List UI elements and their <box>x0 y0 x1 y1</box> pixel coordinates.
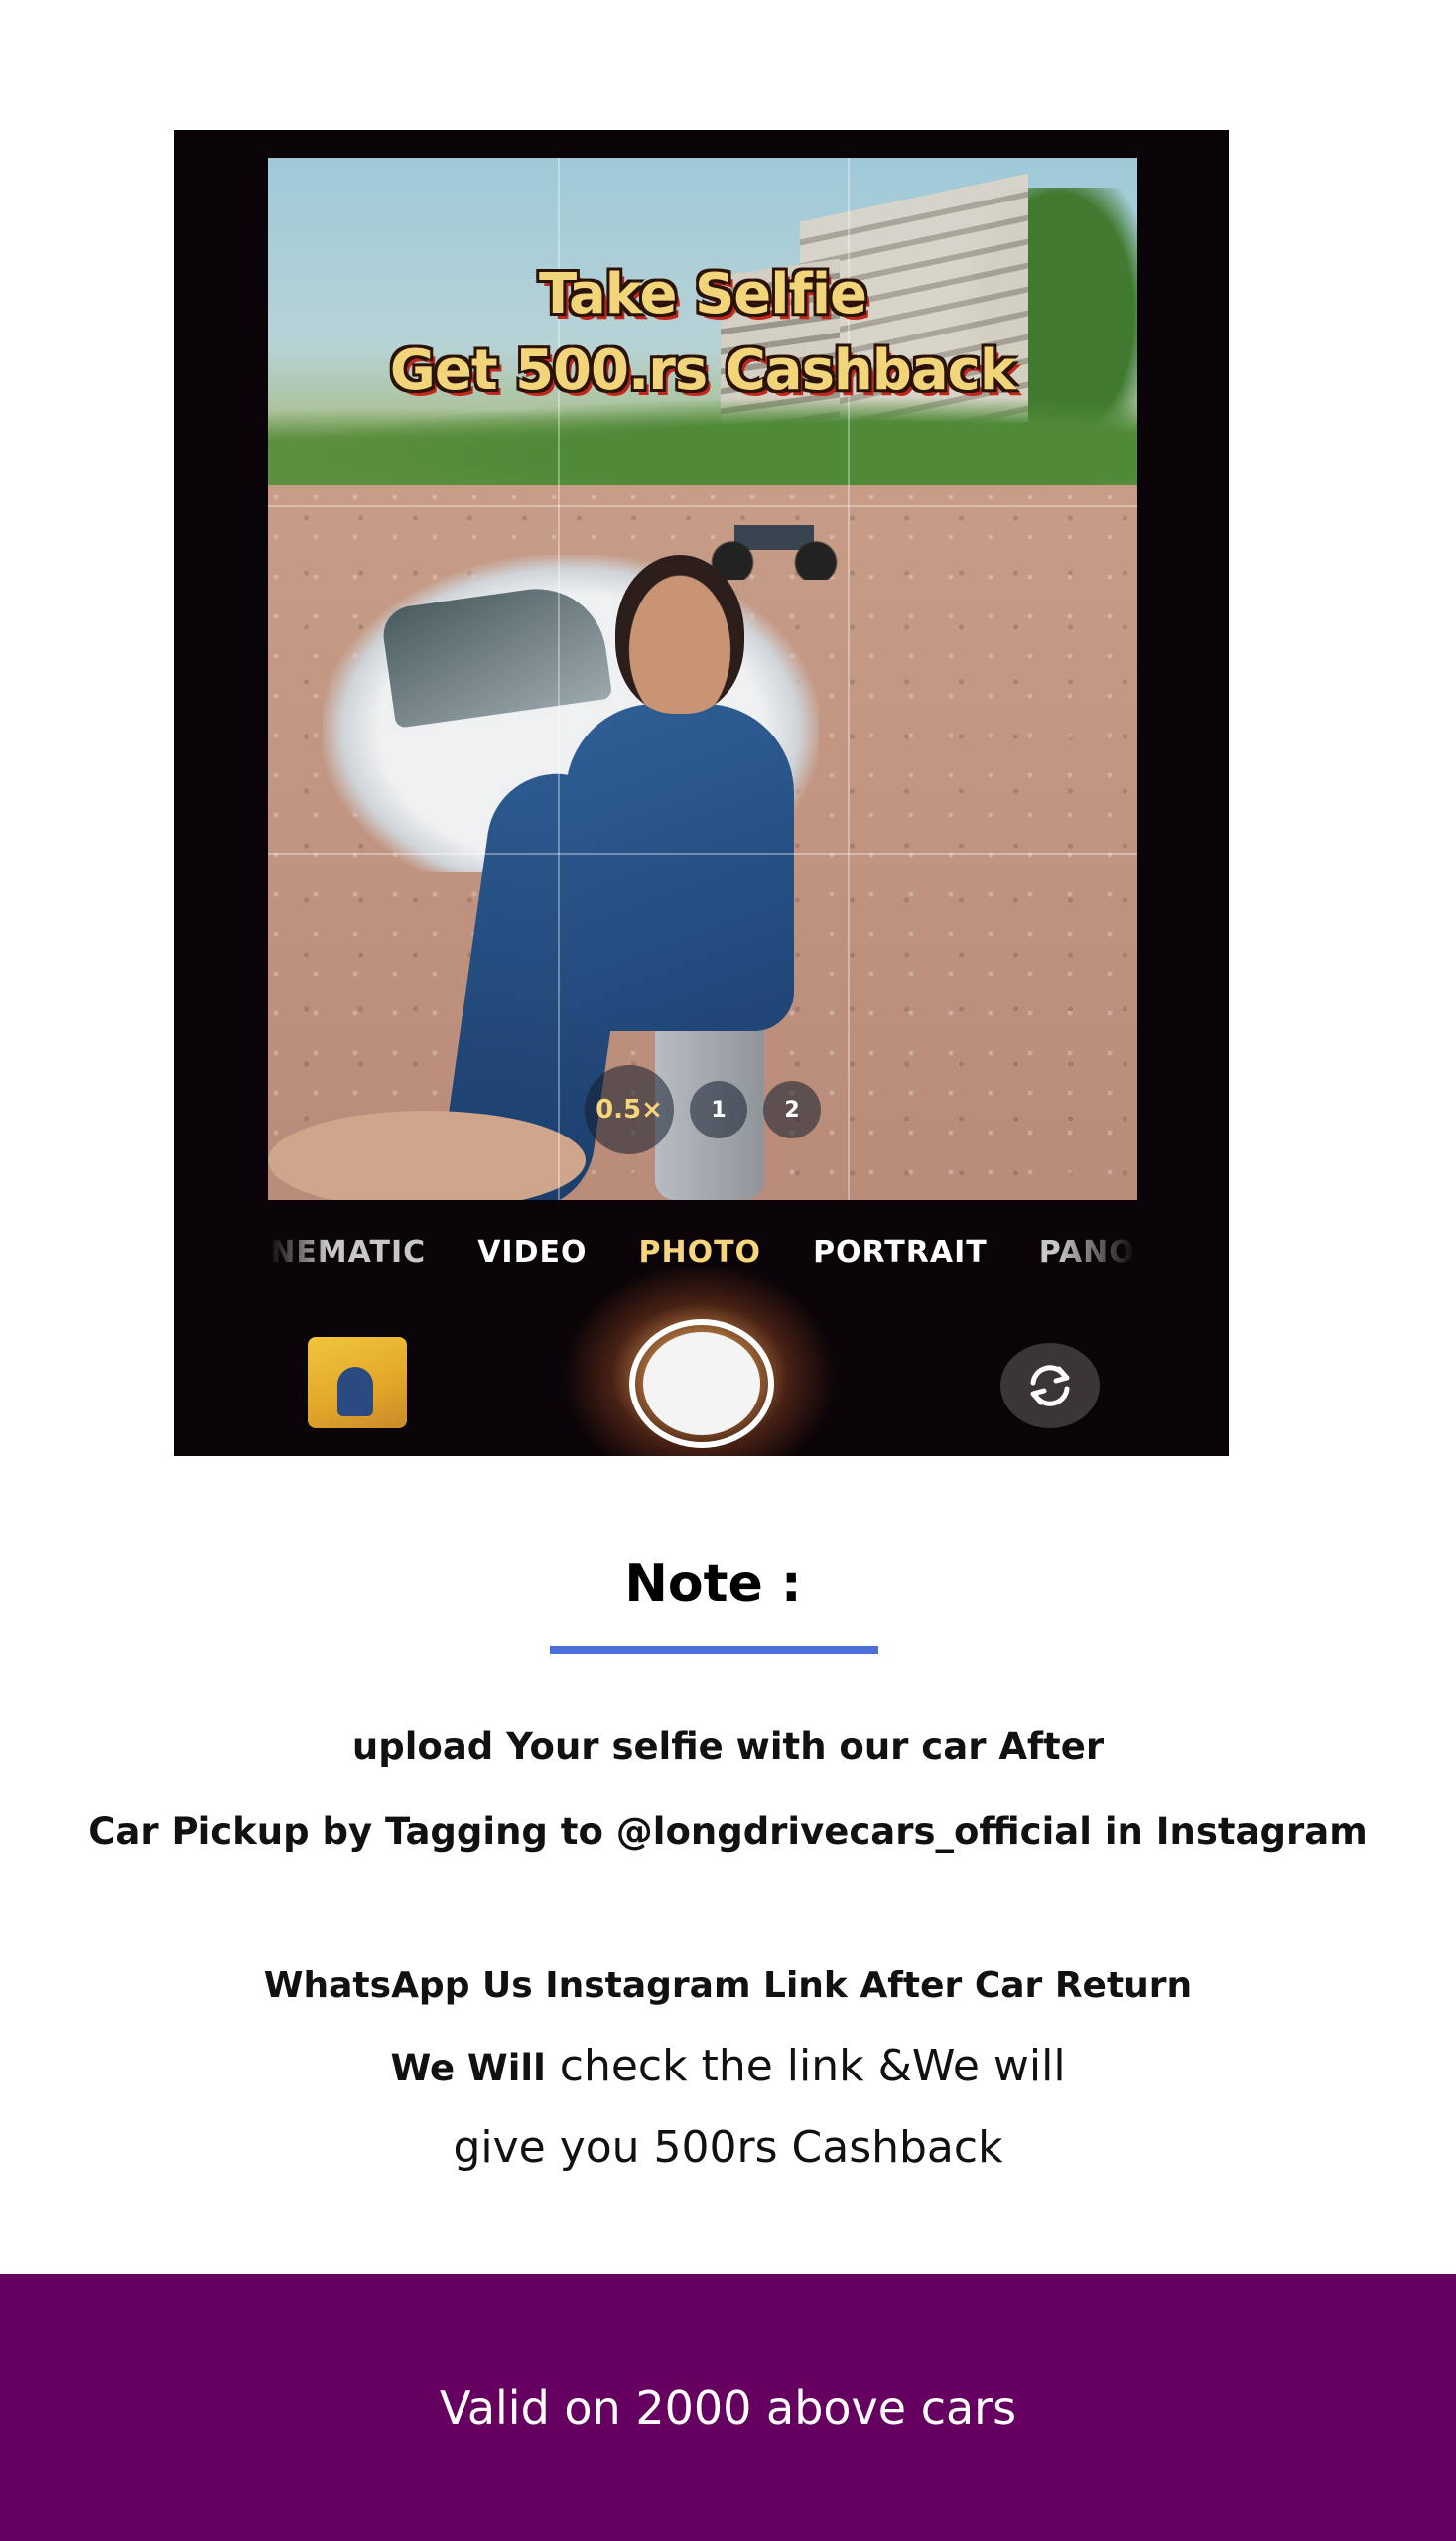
note-line-4: We Will check the link &We will <box>0 2041 1456 2091</box>
note-line-4-lead: We Will <box>390 2047 546 2089</box>
zoom-controls: 0.5× 1 2 <box>268 1065 1137 1154</box>
zoom-1x-button[interactable]: 1 <box>690 1081 747 1138</box>
note-line-3: WhatsApp Us Instagram Link After Car Ret… <box>263 1965 1193 2006</box>
camera-viewfinder: Take Selfie Get 500.rs Cashback 0.5× 1 2 <box>268 158 1137 1200</box>
note-underline <box>550 1646 878 1654</box>
mode-portrait[interactable]: PORTRAIT <box>813 1235 988 1270</box>
note-line-2: Car Pickup by Tagging to @longdrivecars_… <box>88 1810 1368 1853</box>
note-line-1: upload Your selfie with our car After <box>351 1725 1105 1768</box>
camera-flip-icon <box>1030 1365 1070 1406</box>
note-line-4-rest: check the link &We will <box>545 2041 1066 2091</box>
zoom-0-5x-button[interactable]: 0.5× <box>585 1065 674 1154</box>
grid-line <box>268 853 1137 855</box>
footer-text: Valid on 2000 above cars <box>439 2380 1017 2435</box>
grid-line <box>268 505 1137 507</box>
note-line-5: give you 500rs Cashback <box>453 2122 1003 2173</box>
overlay-title-line1: Take Selfie <box>538 262 867 327</box>
camera-flip-button[interactable] <box>1000 1343 1100 1428</box>
gallery-thumbnail[interactable] <box>308 1337 407 1428</box>
overlay-title-line2: Get 500.rs Cashback <box>389 338 1016 403</box>
camera-screenshot: Take Selfie Get 500.rs Cashback 0.5× 1 2… <box>174 130 1229 1456</box>
shutter-button[interactable] <box>629 1319 774 1448</box>
footer-banner: Valid on 2000 above cars <box>0 2274 1456 2541</box>
note-title: Note : <box>624 1554 802 1614</box>
zoom-2x-button[interactable]: 2 <box>763 1081 821 1138</box>
